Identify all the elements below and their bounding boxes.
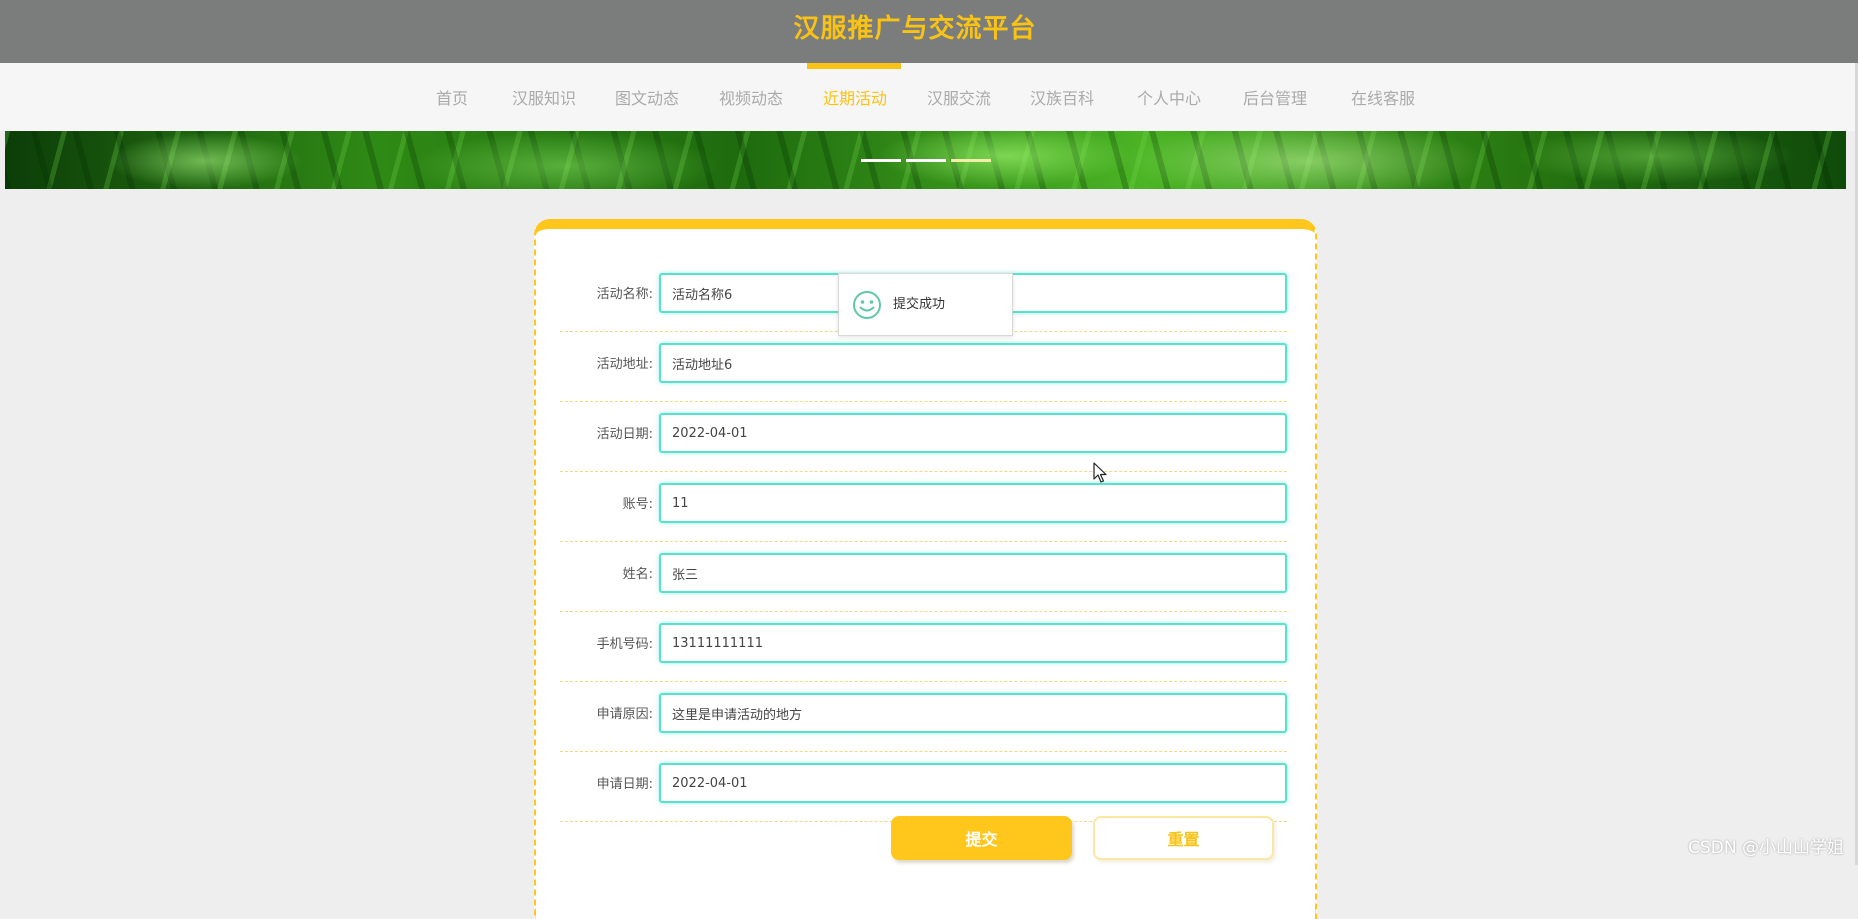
reset-button[interactable]: 重置 [1093,816,1274,860]
activity-date-label: 活动日期: [596,427,653,442]
submit-button[interactable]: 提交 [891,816,1072,860]
nav-item-photo-news[interactable]: 图文动态 [615,63,679,131]
apply-date-label: 申请日期: [596,777,653,792]
name-input[interactable] [659,553,1287,593]
carousel-dot-3[interactable] [951,159,991,162]
form-row-name: 姓名: [560,541,1287,612]
activity-address-label: 活动地址: [596,357,653,372]
nav-active-indicator [807,63,901,69]
success-toast: 提交成功 [838,273,1013,336]
account-label: 账号: [622,497,653,512]
form-row-activity-date: 活动日期: [560,401,1287,472]
nav-item-personal-center[interactable]: 个人中心 [1137,63,1201,131]
nav-item-home[interactable]: 首页 [436,63,468,131]
activity-date-input[interactable] [659,413,1287,453]
nav-item-admin[interactable]: 后台管理 [1243,63,1307,131]
carousel-dot-1[interactable] [861,159,901,162]
toast-message: 提交成功 [893,297,946,312]
activity-name-label: 活动名称: [596,287,653,302]
nav-item-han-encyclopedia[interactable]: 汉族百科 [1030,63,1094,131]
mouse-cursor-icon [1093,462,1107,483]
nav-item-recent-events[interactable]: 近期活动 [823,63,887,131]
nav-item-online-service[interactable]: 在线客服 [1351,63,1415,131]
carousel-dot-2[interactable] [906,159,946,162]
form-row-account: 账号: [560,471,1287,542]
phone-label: 手机号码: [596,637,653,652]
apply-date-input[interactable] [659,763,1287,803]
nav-item-video-news[interactable]: 视频动态 [719,63,783,131]
main-nav: 首页 汉服知识 图文动态 视频动态 近期活动 汉服交流 汉族百科 个人中心 后台… [0,63,1858,131]
name-label: 姓名: [622,567,653,582]
nav-item-hanfu-knowledge[interactable]: 汉服知识 [512,63,576,131]
form-row-activity-address: 活动地址: [560,331,1287,402]
reason-label: 申请原因: [596,707,653,722]
form-row-apply-date: 申请日期: [560,751,1287,822]
smile-icon [853,291,881,319]
top-header: 汉服推广与交流平台 [0,0,1858,63]
watermark: CSDN @小山山学姐 [1688,838,1844,858]
account-input[interactable] [659,483,1287,523]
activity-address-input[interactable] [659,343,1287,383]
phone-input[interactable] [659,623,1287,663]
nav-item-hanfu-exchange[interactable]: 汉服交流 [927,63,991,131]
reason-input[interactable] [659,693,1287,733]
site-title: 汉服推广与交流平台 [793,14,1037,44]
form-row-phone: 手机号码: [560,611,1287,682]
form-row-reason: 申请原因: [560,681,1287,752]
